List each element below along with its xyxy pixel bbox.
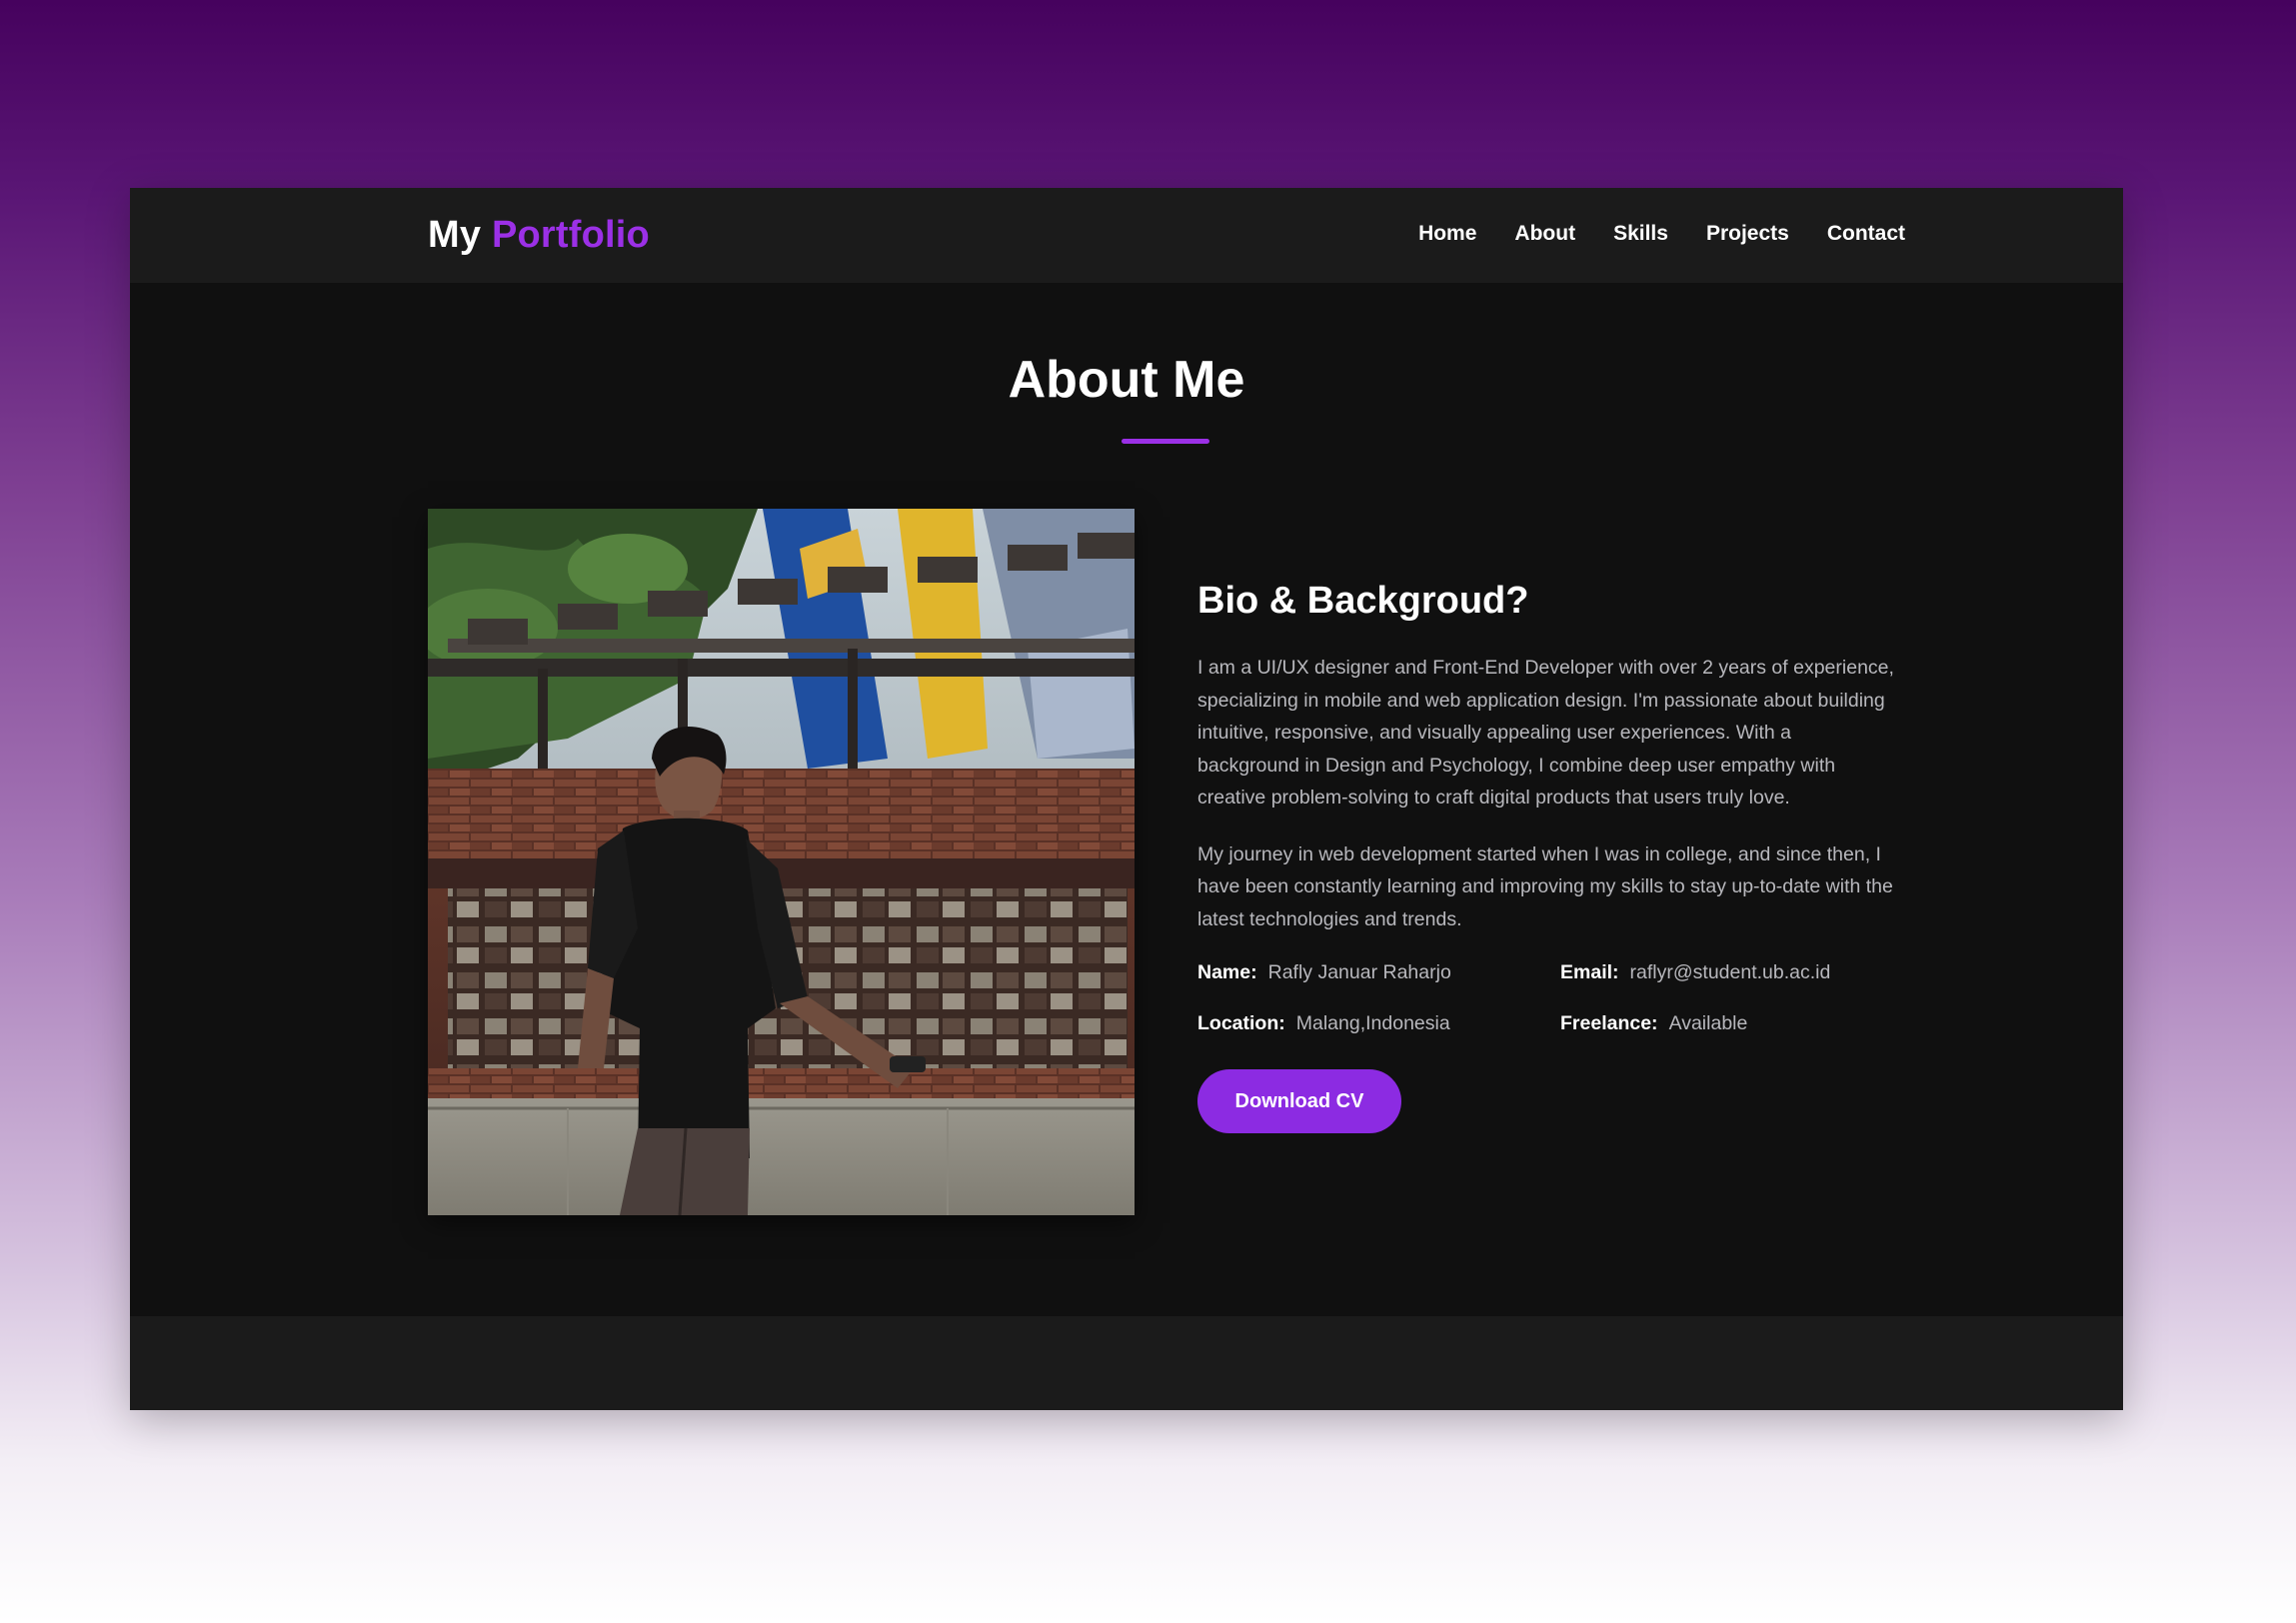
info-location: Location: Malang,Indonesia [1197, 1010, 1560, 1037]
info-name-value: Rafly Januar Raharjo [1267, 961, 1451, 983]
title-underline [1122, 439, 1209, 444]
logo-text-portfolio: Portfolio [491, 214, 650, 256]
browser-frame: My Portfolio Home About Skills Projects … [130, 188, 2123, 1410]
about-title: About Me [1008, 351, 1245, 409]
footer-band [130, 1316, 2123, 1410]
nav-link-about[interactable]: About [1514, 222, 1575, 246]
nav-link-skills[interactable]: Skills [1613, 222, 1668, 246]
nav-link-home[interactable]: Home [1418, 222, 1476, 246]
bio-heading: Bio & Backgroud? [1197, 580, 1529, 622]
navbar: My Portfolio Home About Skills Projects … [130, 188, 2123, 283]
info-freelance: Freelance: Available [1560, 1010, 1900, 1037]
about-content: Bio & Backgroud? I am a UI/UX designer a… [1197, 580, 1897, 1133]
site-logo[interactable]: My Portfolio [428, 214, 650, 257]
info-email-label: Email: [1560, 961, 1619, 983]
info-freelance-label: Freelance: [1560, 1012, 1658, 1034]
download-cv-button[interactable]: Download CV [1197, 1069, 1401, 1133]
info-name-label: Name: [1197, 961, 1257, 983]
info-email-value: raflyr@student.ub.ac.id [1629, 961, 1831, 983]
personal-info: Name: Rafly Januar Raharjo Email: raflyr@s… [1197, 959, 1897, 1037]
logo-text-my: My [428, 214, 492, 256]
nav-link-contact[interactable]: Contact [1827, 222, 1905, 246]
info-location-value: Malang,Indonesia [1295, 1012, 1450, 1034]
nav-link-projects[interactable]: Projects [1706, 222, 1789, 246]
info-freelance-value: Available [1668, 1012, 1748, 1034]
profile-photo [428, 509, 1135, 1215]
bio-paragraph-1: I am a UI/UX designer and Front-End Deve… [1197, 657, 1894, 809]
info-location-label: Location: [1197, 1012, 1285, 1034]
info-name: Name: Rafly Januar Raharjo [1197, 959, 1560, 986]
bio-paragraph-2: My journey in web development started wh… [1197, 842, 1893, 930]
info-email: Email: raflyr@student.ub.ac.id [1560, 959, 1900, 986]
nav-links: Home About Skills Projects Contact [1418, 222, 1905, 246]
